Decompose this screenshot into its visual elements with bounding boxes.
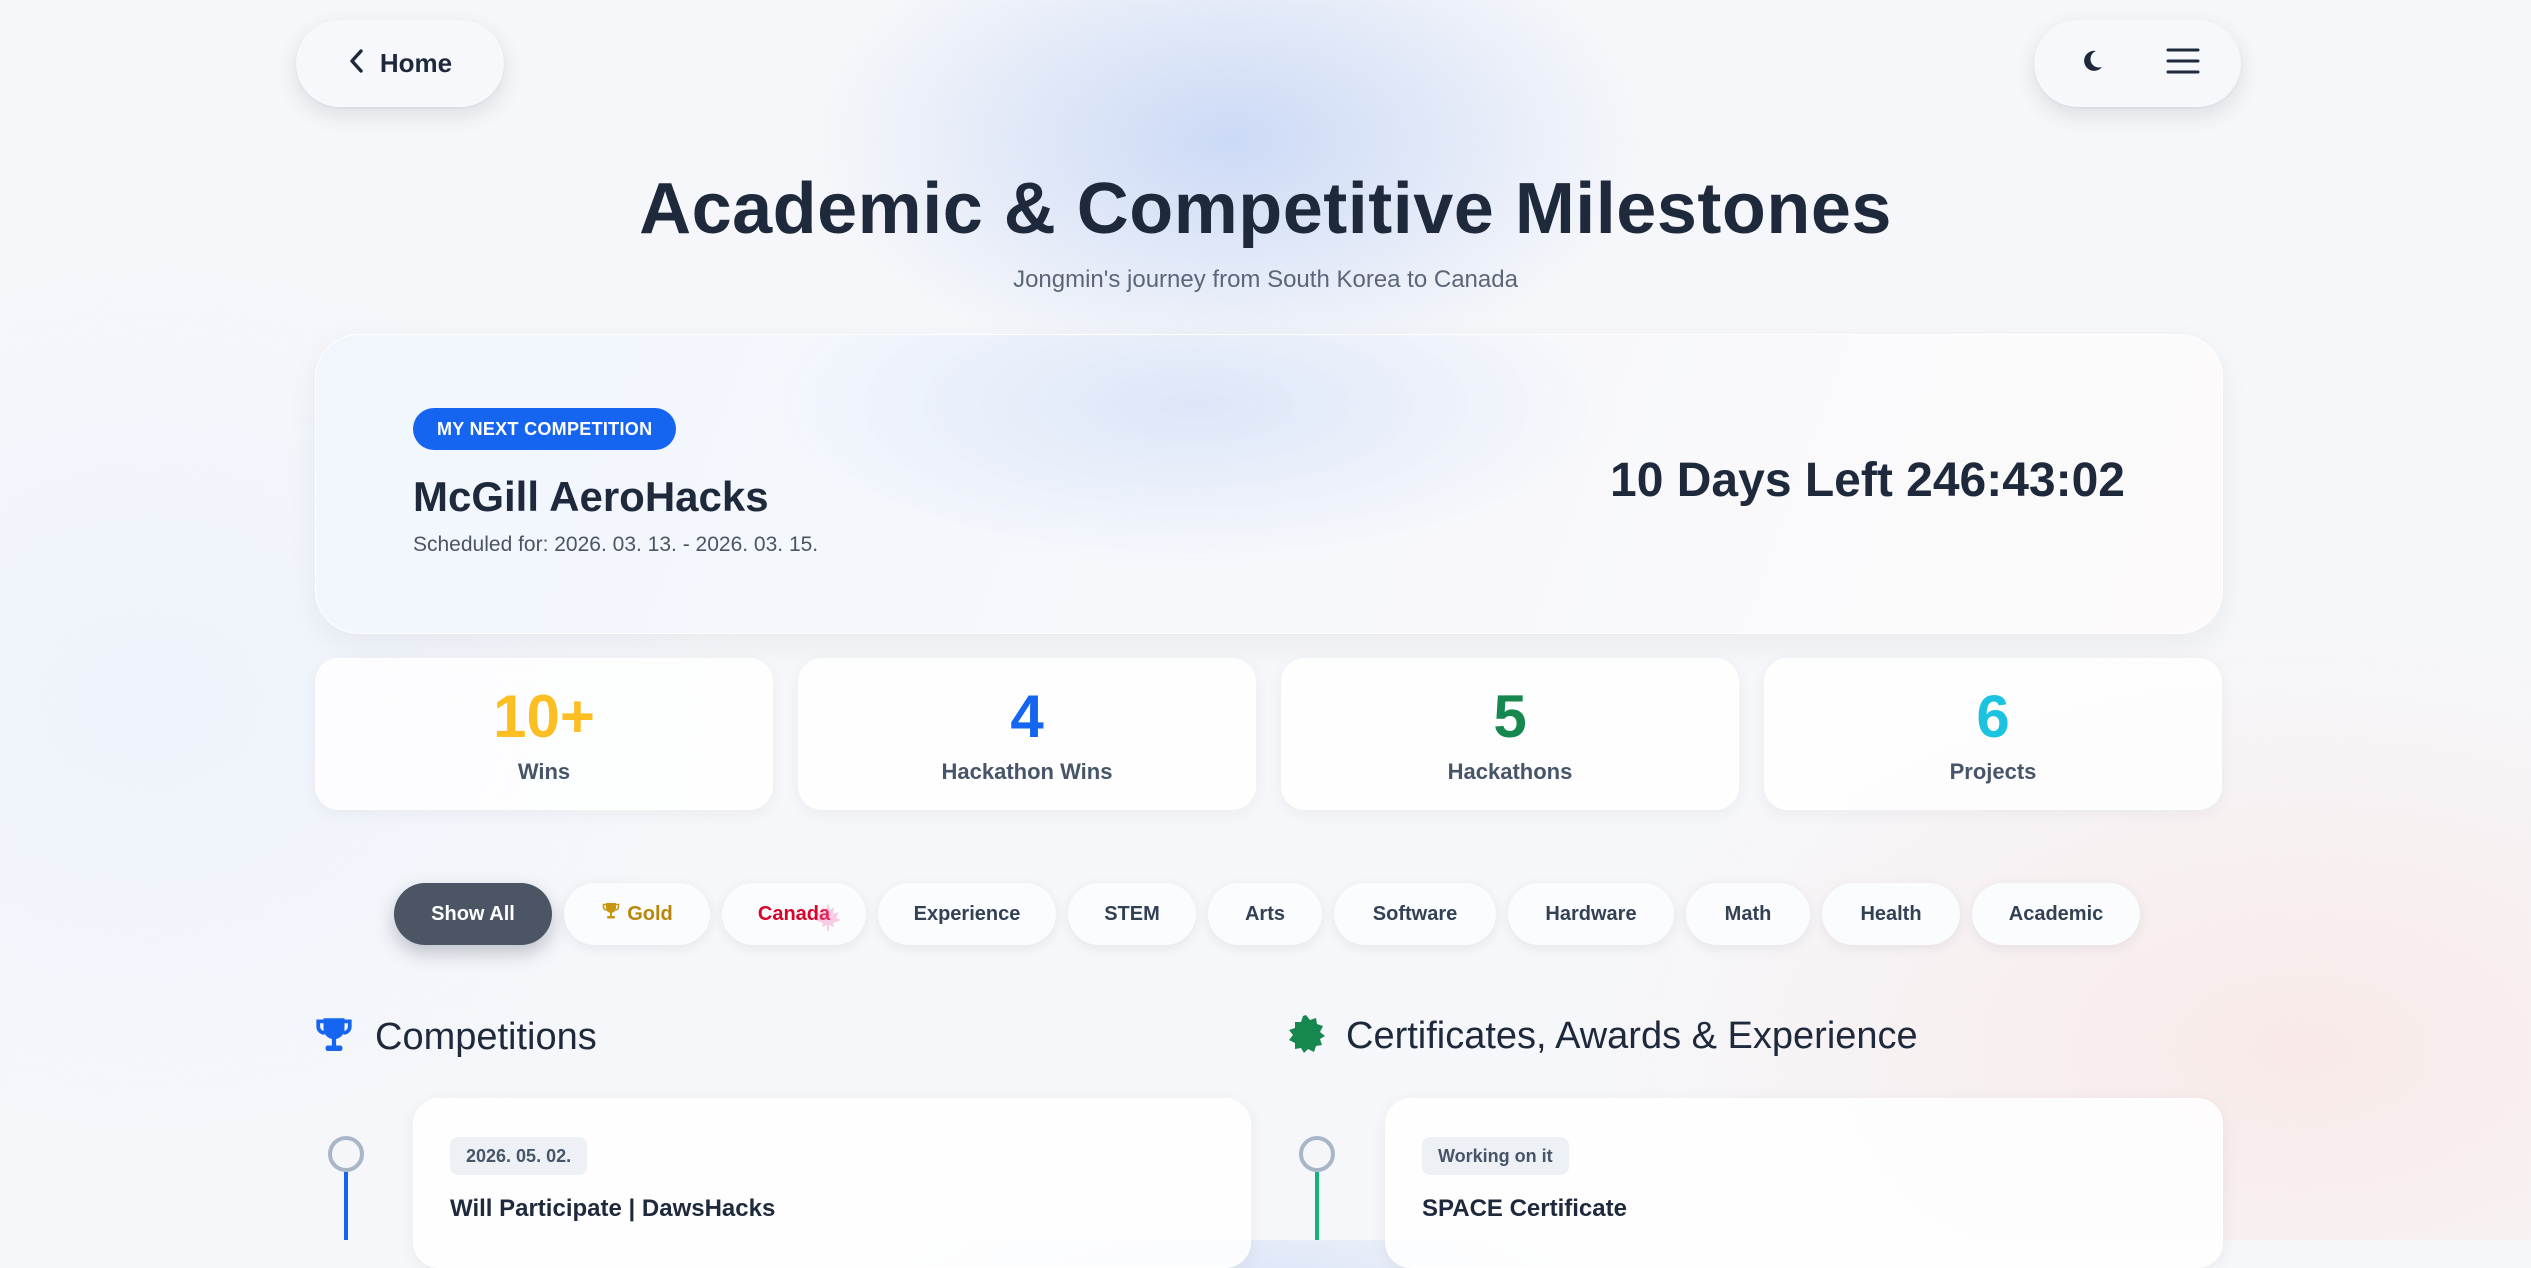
next-competition-card: MY NEXT COMPETITION McGill AeroHacks Sch… <box>315 334 2223 634</box>
filter-hardware[interactable]: Hardware <box>1508 883 1674 945</box>
stat-label: Hackathons <box>1447 759 1573 784</box>
filter-software[interactable]: Software <box>1334 883 1496 945</box>
filter-label: Gold <box>627 902 673 925</box>
timeline-line <box>344 1172 348 1240</box>
menu-button[interactable] <box>2156 37 2210 91</box>
certificate-badge-icon <box>1286 1014 1326 1059</box>
filter-label: Software <box>1372 902 1458 925</box>
maple-leaf-icon <box>812 901 844 939</box>
certificates-section-header: Certificates, Awards & Experience <box>1286 1014 1918 1059</box>
timeline-line <box>1315 1172 1319 1240</box>
trophy-icon <box>601 901 621 927</box>
hamburger-menu-icon <box>2165 46 2201 81</box>
filter-gold[interactable]: Gold <box>564 883 710 945</box>
next-competition-schedule: Scheduled for: 2026. 03. 13. - 2026. 03.… <box>413 533 819 556</box>
stat-label: Hackathon Wins <box>941 759 1113 784</box>
competitions-section-header: Competitions <box>313 1014 597 1061</box>
certificate-entry-card[interactable]: Working on it SPACE Certificate <box>1385 1098 2223 1268</box>
filter-canada[interactable]: Canada <box>722 883 866 945</box>
entry-date-tag: 2026. 05. 02. <box>450 1137 588 1175</box>
filter-academic[interactable]: Academic <box>1972 883 2140 945</box>
filter-label: STEM <box>1104 902 1160 925</box>
stat-card-hackathon-wins: 4 Hackathon Wins <box>798 658 1256 810</box>
stat-value: 10+ <box>493 683 595 750</box>
filter-label: Academic <box>2008 902 2104 925</box>
home-button[interactable]: Home <box>296 20 504 107</box>
chevron-left-icon <box>348 48 366 79</box>
next-competition-badge: MY NEXT COMPETITION <box>413 408 677 450</box>
filter-math[interactable]: Math <box>1686 883 1810 945</box>
filter-stem[interactable]: STEM <box>1068 883 1196 945</box>
home-button-label: Home <box>379 48 453 78</box>
filter-label: Math <box>1724 902 1772 925</box>
stat-card-hackathons: 5 Hackathons <box>1281 658 1739 810</box>
header-controls <box>2034 20 2241 107</box>
trophy-icon <box>313 1014 355 1061</box>
section-title: Certificates, Awards & Experience <box>1346 1015 1918 1057</box>
timeline-dot <box>1299 1136 1335 1172</box>
filter-health[interactable]: Health <box>1822 883 1960 945</box>
section-title: Competitions <box>375 1016 597 1058</box>
page-subtitle: Jongmin's journey from South Korea to Ca… <box>1013 266 1518 293</box>
filter-show-all[interactable]: Show All <box>394 883 552 945</box>
entry-title: SPACE Certificate <box>1422 1195 1627 1222</box>
filter-experience[interactable]: Experience <box>878 883 1056 945</box>
filter-label: Arts <box>1244 902 1285 925</box>
next-competition-name: McGill AeroHacks <box>413 473 769 520</box>
stat-card-wins: 10+ Wins <box>315 658 773 810</box>
filter-label: Hardware <box>1545 902 1637 925</box>
competition-entry-card[interactable]: 2026. 05. 02. Will Participate | DawsHac… <box>413 1098 1251 1268</box>
stat-value: 4 <box>1010 683 1044 750</box>
filter-label: Show All <box>431 902 515 925</box>
moon-icon <box>2078 47 2106 80</box>
filter-label: Experience <box>913 902 1021 925</box>
filter-label: Health <box>1860 902 1922 925</box>
filter-bar: Show All Gold Canada Experience STEM Art… <box>394 883 2140 945</box>
entry-status-tag: Working on it <box>1422 1137 1569 1175</box>
stat-label: Projects <box>1949 759 2037 784</box>
stat-value: 5 <box>1493 683 1527 750</box>
countdown-timer: 10 Days Left 246:43:02 <box>1610 454 2125 507</box>
filter-arts[interactable]: Arts <box>1208 883 1322 945</box>
stat-value: 6 <box>1976 683 2010 750</box>
timeline-dot <box>328 1136 364 1172</box>
stat-label: Wins <box>517 759 571 784</box>
stat-card-projects: 6 Projects <box>1764 658 2222 810</box>
page-title: Academic & Competitive Milestones <box>639 169 1892 249</box>
theme-toggle-button[interactable] <box>2065 37 2119 91</box>
entry-title: Will Participate | DawsHacks <box>450 1195 776 1222</box>
